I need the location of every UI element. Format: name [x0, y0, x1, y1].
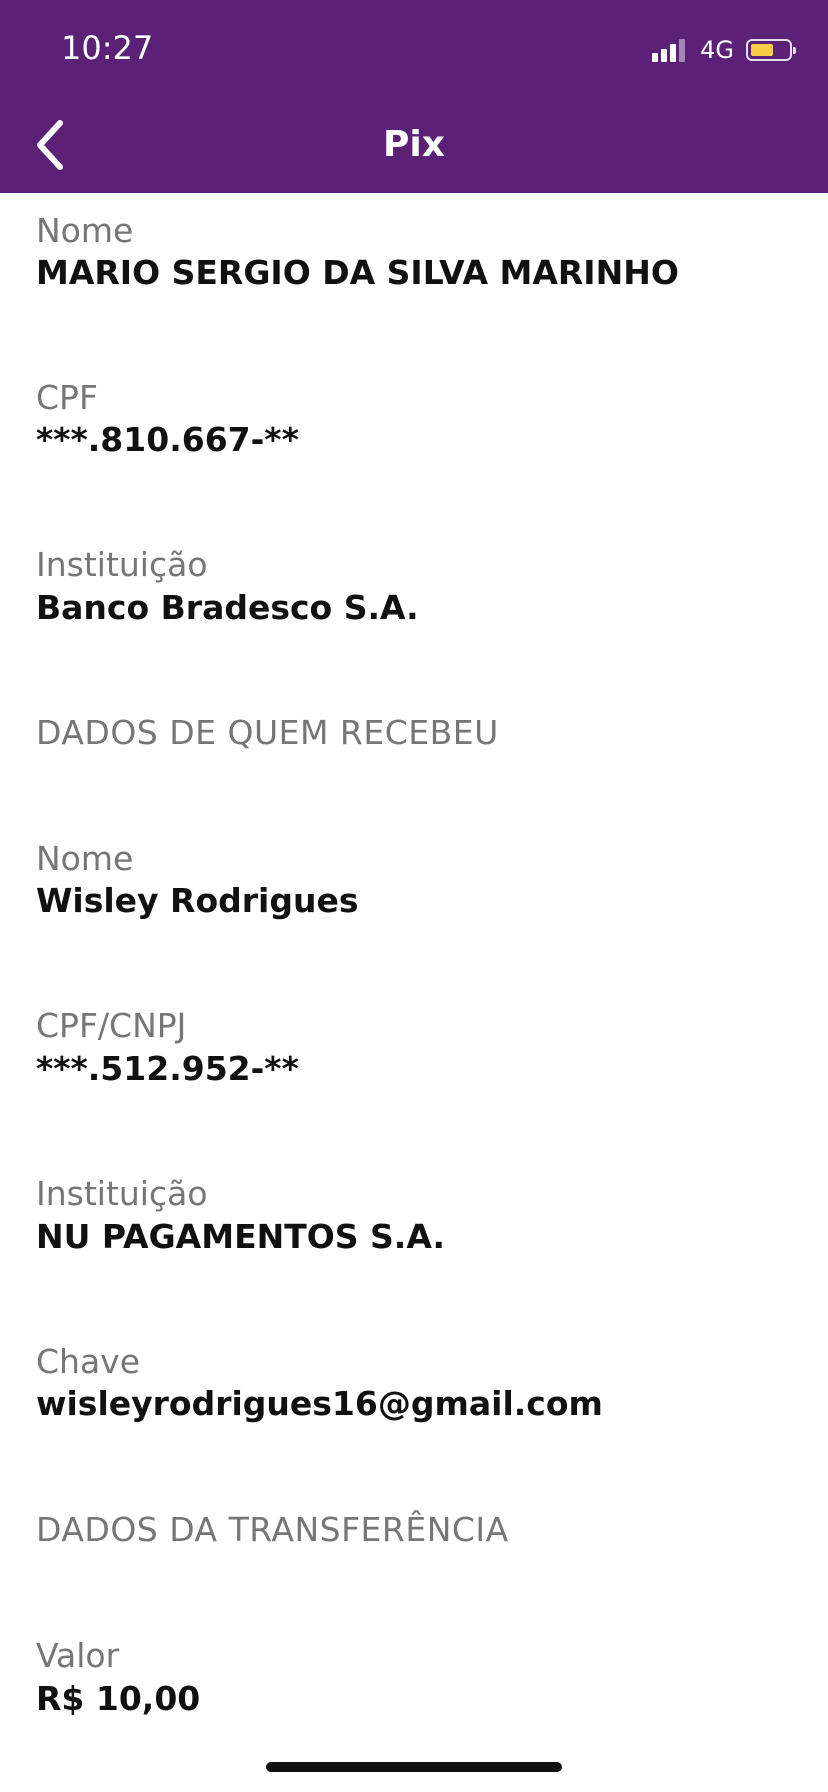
receiver-name-value: Wisley Rodrigues	[36, 881, 359, 920]
payer-cpf-label: CPF	[36, 378, 98, 417]
receiver-institution-label: Instituição	[36, 1174, 208, 1213]
payer-name-value: MARIO SERGIO DA SILVA MARINHO	[36, 253, 679, 292]
app-header: 10:27 4G Pix	[0, 0, 828, 193]
home-indicator[interactable]	[266, 1762, 562, 1772]
signal-icon	[652, 38, 688, 62]
status-indicators: 4G	[652, 34, 796, 66]
receiver-institution-value: NU PAGAMENTOS S.A.	[36, 1217, 446, 1256]
transfer-amount-label: Valor	[36, 1636, 120, 1675]
receiver-name-label: Nome	[36, 839, 134, 878]
receiver-key-value: wisleyrodrigues16@gmail.com	[36, 1384, 603, 1423]
payer-institution-label: Instituição	[36, 545, 208, 584]
pix-receipt-screen: 10:27 4G Pix Nome MARIO SERGIO DA SILVA …	[0, 0, 828, 1792]
status-time: 10:27	[61, 29, 154, 67]
receiver-section-title: DADOS DE QUEM RECEBEU	[36, 713, 499, 752]
page-title: Pix	[383, 124, 445, 165]
transfer-amount-value: R$ 10,00	[36, 1679, 201, 1718]
transfer-section-title: DADOS DA TRANSFERÊNCIA	[36, 1510, 509, 1549]
payer-cpf-value: ***.810.667-**	[36, 420, 299, 459]
payer-institution-value: Banco Bradesco S.A.	[36, 588, 419, 627]
battery-icon	[746, 39, 796, 61]
network-type: 4G	[700, 36, 734, 64]
receiver-key-label: Chave	[36, 1342, 141, 1381]
receiver-doc-value: ***.512.952-**	[36, 1049, 299, 1088]
receiver-doc-label: CPF/CNPJ	[36, 1006, 187, 1045]
payer-name-label: Nome	[36, 211, 134, 250]
